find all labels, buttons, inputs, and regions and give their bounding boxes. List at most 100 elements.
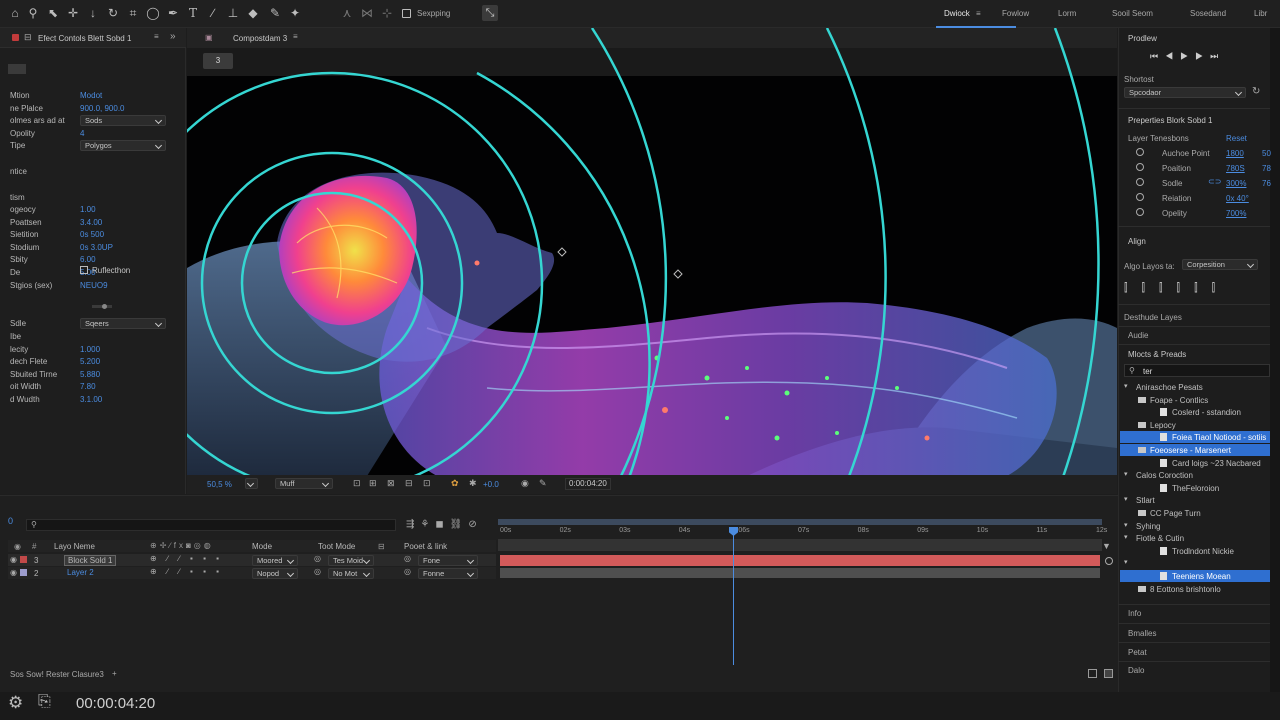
layer-row[interactable]: ◉ 2 Layer 2 ⊕ ∕ ∕ ▪ ▪ ▪ Nopod ◎ No Mot ◎ Fonne [8,567,496,579]
mode-col[interactable]: Mode [252,542,272,551]
anchor-tool-icon[interactable]: ↓ [86,6,100,20]
paint-panel[interactable]: Petat [1128,648,1147,657]
effects-tree-item[interactable]: ▾ Aniraschoe Pesats [1120,381,1270,393]
add-icon[interactable]: + [112,669,117,678]
pen-tool-icon[interactable]: ✒ [166,6,180,20]
timeline-search[interactable]: ⚲ [26,519,396,531]
disclosure-icon[interactable]: ▾ [1124,558,1128,566]
reset-link[interactable]: Reset [1226,134,1247,143]
workspace-sosedand[interactable]: Sosedand [1190,9,1226,18]
clone-tool-icon[interactable]: ⊥ [226,6,240,20]
frame-icon[interactable]: ⎘ [38,693,51,711]
slider-thumb[interactable] [102,304,107,309]
snapping-checkbox[interactable] [402,9,411,18]
track-matte-dropdown[interactable]: No Mot [328,568,374,579]
stopwatch-icon[interactable] [1136,178,1144,186]
right-scrollbar[interactable] [1270,28,1280,692]
parent-dropdown[interactable]: Fonne [418,568,478,579]
exposure-value[interactable]: +0.0 [483,480,499,489]
effect-row[interactable]: Sdle Sqeers [0,318,175,330]
snapshot-icon[interactable]: ◉ [521,478,529,489]
show-snapshot-icon[interactable]: ✎ [539,478,547,489]
effects-search-input[interactable]: ⚲ ter [1124,364,1270,377]
channel-icon[interactable]: ✿ [451,478,459,489]
playhead-end-icon[interactable]: ▼ [1102,541,1112,551]
effects-tree-item[interactable]: ▾ Calos Coroction [1120,469,1270,481]
disclosure-icon[interactable]: ▾ [1124,470,1128,478]
effect-row[interactable]: Sietition 0s 500 [0,229,175,241]
property-value[interactable]: 300% [1226,179,1246,188]
roto-tool-icon[interactable]: ✎ [268,6,282,20]
stopwatch-icon[interactable] [1136,208,1144,216]
lock-icon[interactable]: ⊟ [24,32,32,43]
effect-row-value[interactable]: 7.80 [80,382,96,391]
layer-name-col[interactable]: Layo Neme [54,542,95,551]
effect-row[interactable]: d Wudth 3.1.00 [0,394,175,406]
snap-options-icon[interactable]: ⤡ [482,5,498,21]
work-area-bar[interactable] [498,519,1102,525]
effect-row-dropdown[interactable]: Sqeers [80,318,166,329]
label-color-swatch[interactable] [20,569,27,576]
effects-tree-item[interactable]: Card loigs ~23 Nacbared [1120,457,1270,469]
effects-tree-item[interactable]: ▾ Stlart [1120,494,1270,506]
property-value-2[interactable]: 76 [1262,179,1271,188]
effect-row[interactable]: Ibe [0,331,175,343]
stopwatch-icon[interactable] [1136,163,1144,171]
stopwatch-icon[interactable] [1136,193,1144,201]
toggle-panel-icon-2[interactable] [1104,669,1113,678]
panel-menu-icon[interactable]: ≡ [154,32,159,41]
toggle-panel-icon[interactable] [1088,669,1097,678]
layer-bar-solid[interactable] [500,555,1100,566]
track-matte-col[interactable]: Toot Mode [318,542,355,551]
mask-icon[interactable]: ⊠ [387,478,395,489]
layer-bar-2[interactable] [500,568,1100,578]
effect-row-value[interactable]: 0s 500 [80,230,104,239]
effect-row-value[interactable]: 5.880 [80,370,100,379]
effects-tree-item[interactable]: Lepocy [1120,419,1270,431]
effect-row[interactable]: Poattsen 3.4.00 [0,217,175,229]
workspace-lorm[interactable]: Lorm [1058,9,1076,18]
effects-tree-item[interactable]: TheFeloroion [1120,482,1270,494]
effects-tree-item[interactable]: ▾ [1120,557,1270,569]
effect-row-value[interactable]: 0s 3.0UP [80,243,113,252]
effect-controls-title[interactable]: Efect Contols Blett Sobd 1 [38,34,131,43]
type-tool-icon[interactable]: T [186,6,200,20]
brush-tool-icon[interactable]: ∕ [206,6,220,20]
layer-name[interactable]: Layer 2 [64,568,97,577]
refresh-icon[interactable]: ↻ [1252,86,1260,97]
property-value-2[interactable]: 50 [1262,149,1271,158]
property-value[interactable]: 1800 [1226,149,1244,158]
guides-icon[interactable]: ⊟ [405,478,413,489]
effect-row-value[interactable]: 6.00 [80,255,96,264]
region-icon[interactable]: ⊡ [353,478,361,489]
effect-row-value[interactable]: 5.200 [80,357,100,366]
property-value[interactable]: 780S [1226,164,1245,173]
zoom-value[interactable]: 50,5 % [207,480,232,489]
effect-row[interactable]: tism [0,192,175,204]
menu-icon[interactable]: ≡ [976,9,981,18]
effect-row[interactable]: Stgios (sex) NEUO9 [0,280,175,292]
move-tool-icon[interactable]: ✛ [66,6,80,20]
effect-row[interactable]: Opolity 4 [0,128,175,140]
snap-axis-icon[interactable]: ⋏ [340,6,354,20]
puppet-tool-icon[interactable]: ✦ [288,6,302,20]
stopwatch-icon[interactable] [1136,148,1144,156]
effects-tree-item[interactable]: Trodlndont Nickie [1120,545,1270,557]
transparency-grid-icon[interactable]: ⊞ [369,478,377,489]
disclosure-icon[interactable]: ▾ [1124,521,1128,529]
disclosure-icon[interactable]: ▾ [1124,533,1128,541]
visibility-icon[interactable]: ◉ [10,568,17,577]
effect-row-dropdown[interactable]: Sods [80,115,166,126]
disclosure-icon[interactable]: ▾ [1124,382,1128,390]
selection-tool-icon[interactable]: ⬉ [46,6,60,20]
snap-grid-icon[interactable]: ⋈ [360,6,374,20]
zoom-tool-icon[interactable]: ⚲ [26,6,40,20]
audio-title[interactable]: Audie [1128,331,1148,340]
playhead-line[interactable] [733,527,734,665]
playback-controls[interactable]: ⏮◀▶▶⏭ [1150,51,1225,62]
shortcut-dropdown[interactable]: Spcodaor [1124,87,1246,98]
property-value[interactable]: 0x 40° [1226,194,1249,203]
label-color-swatch[interactable] [20,556,27,563]
track-matte-dropdown[interactable]: Tes Moid [328,555,374,566]
effects-tree-item[interactable]: Foape - Contlics [1120,394,1270,406]
